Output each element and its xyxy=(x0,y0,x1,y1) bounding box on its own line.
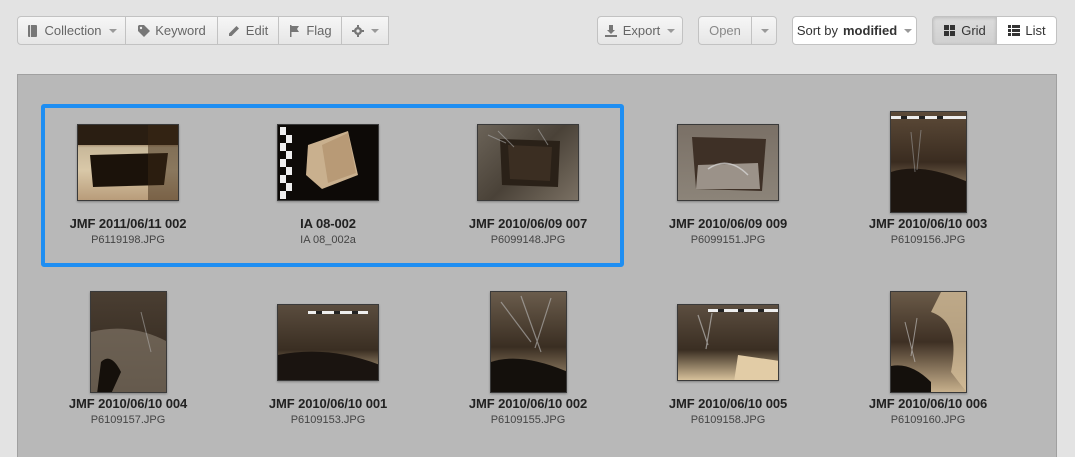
chevron-down-icon xyxy=(904,28,913,33)
grid-view-button[interactable]: Grid xyxy=(932,16,997,45)
image-thumbnail xyxy=(490,291,567,393)
chevron-down-icon xyxy=(667,28,676,33)
open-button[interactable]: Open xyxy=(698,16,752,45)
image-thumbnail xyxy=(277,304,379,381)
image-filename: IA 08_002a xyxy=(300,234,356,246)
collection-button[interactable]: Collection xyxy=(17,16,126,45)
tag-icon xyxy=(137,24,150,37)
image-thumbnail xyxy=(277,124,379,201)
image-thumbnail xyxy=(890,111,967,213)
sort-value: modified xyxy=(843,23,898,38)
toolbar: Collection Keyword Edit Flag Export Open xyxy=(0,0,1075,74)
image-filename: P6099148.JPG xyxy=(490,234,566,246)
image-filename: P6109160.JPG xyxy=(890,414,966,426)
export-icon xyxy=(605,24,618,37)
grid-icon xyxy=(943,24,956,37)
image-title: JMF 2010/06/10 006 xyxy=(868,396,988,411)
export-button[interactable]: Export xyxy=(597,16,683,45)
list-icon xyxy=(1007,24,1020,37)
collection-label: Collection xyxy=(44,23,102,38)
keyword-button[interactable]: Keyword xyxy=(126,16,218,45)
image-thumbnail xyxy=(890,291,967,393)
image-filename: P6109156.JPG xyxy=(890,234,966,246)
image-title: JMF 2010/06/10 003 xyxy=(868,216,988,231)
image-title: JMF 2010/06/10 001 xyxy=(268,396,388,411)
pencil-icon xyxy=(228,24,241,37)
image-filename: P6109157.JPG xyxy=(90,414,166,426)
flag-label: Flag xyxy=(306,23,332,38)
image-thumbnail xyxy=(677,304,779,381)
flag-button[interactable]: Flag xyxy=(279,16,342,45)
list-label: List xyxy=(1025,23,1046,38)
grid-label: Grid xyxy=(961,23,986,38)
book-icon xyxy=(26,24,39,37)
image-filename: P6119198.JPG xyxy=(91,234,165,246)
open-menu-button[interactable] xyxy=(752,16,777,45)
image-thumbnail xyxy=(90,291,167,393)
image-title: JMF 2010/06/09 009 xyxy=(668,216,788,231)
image-filename: P6099151.JPG xyxy=(690,234,766,246)
image-title: JMF 2010/06/10 002 xyxy=(468,396,588,411)
open-label: Open xyxy=(709,23,741,38)
image-thumbnail xyxy=(77,124,179,201)
image-title: JMF 2010/06/09 007 xyxy=(468,216,588,231)
list-view-button[interactable]: List xyxy=(997,16,1057,45)
chevron-down-icon xyxy=(761,28,769,33)
image-thumbnail xyxy=(677,124,779,201)
sort-dropdown[interactable]: Sort by modified xyxy=(792,16,917,45)
export-label: Export xyxy=(622,23,661,38)
image-thumbnail xyxy=(477,124,579,201)
image-filename: P6109158.JPG xyxy=(690,414,766,426)
flag-icon xyxy=(288,24,301,37)
gear-icon xyxy=(351,24,364,37)
image-title: JMF 2010/06/10 004 xyxy=(68,396,188,411)
chevron-down-icon xyxy=(108,28,117,33)
chevron-down-icon xyxy=(371,28,379,33)
image-title: JMF 2011/06/11 002 xyxy=(69,216,187,231)
image-title: IA 08-002 xyxy=(300,216,356,231)
image-filename: P6109153.JPG xyxy=(290,414,366,426)
keyword-label: Keyword xyxy=(155,23,206,38)
sort-prefix: Sort by xyxy=(796,23,838,38)
image-title: JMF 2010/06/10 005 xyxy=(668,396,788,411)
edit-label: Edit xyxy=(245,23,269,38)
image-filename: P6109155.JPG xyxy=(490,414,566,426)
settings-button[interactable] xyxy=(342,16,389,45)
edit-button[interactable]: Edit xyxy=(218,16,279,45)
